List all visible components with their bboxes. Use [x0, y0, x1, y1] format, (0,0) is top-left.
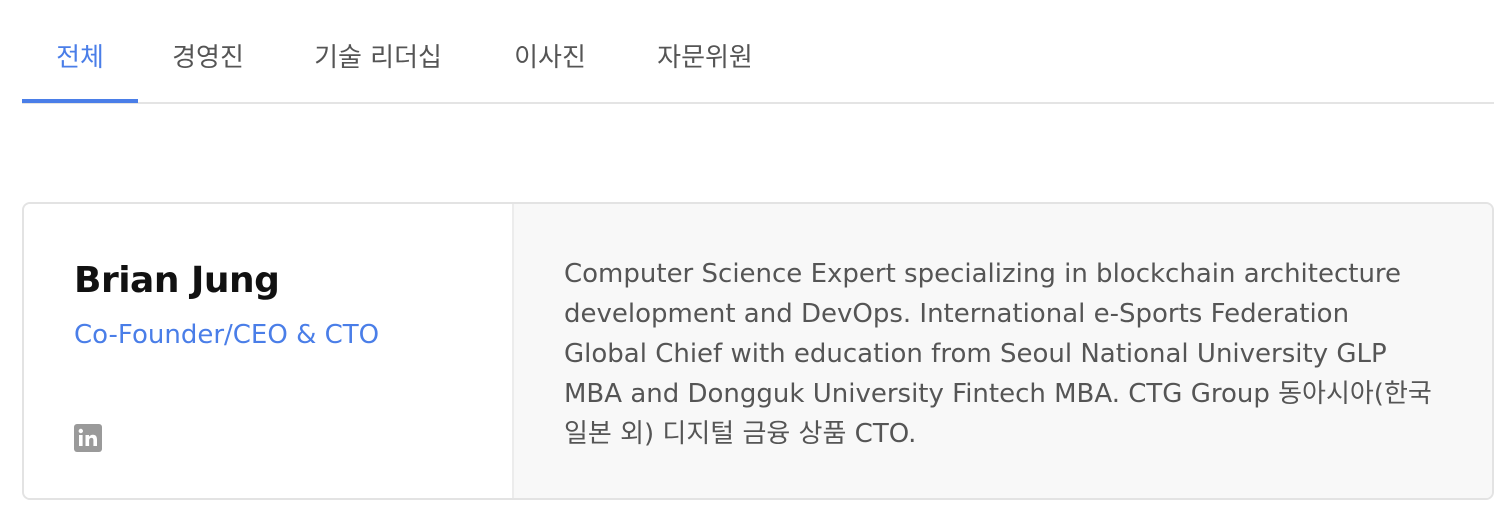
tab-executives[interactable]: 경영진	[154, 0, 262, 102]
team-member-card: Brian Jung Co-Founder/CEO & CTO Computer…	[22, 202, 1494, 500]
tab-board[interactable]: 이사진	[496, 0, 604, 102]
member-profile: Brian Jung Co-Founder/CEO & CTO	[24, 204, 512, 498]
member-role: Co-Founder/CEO & CTO	[74, 320, 380, 350]
category-tabs: 전체 경영진 기술 리더십 이사진 자문위원	[22, 0, 1494, 104]
tab-tech-leadership[interactable]: 기술 리더십	[298, 0, 458, 102]
tab-advisors[interactable]: 자문위원	[640, 0, 770, 102]
member-name: Brian Jung	[74, 260, 280, 301]
tab-all[interactable]: 전체	[22, 0, 138, 102]
linkedin-icon[interactable]	[74, 424, 102, 452]
active-tab-indicator	[22, 99, 138, 103]
member-bio: Computer Science Expert specializing in …	[564, 259, 1432, 449]
member-bio-panel: Computer Science Expert specializing in …	[512, 204, 1492, 498]
